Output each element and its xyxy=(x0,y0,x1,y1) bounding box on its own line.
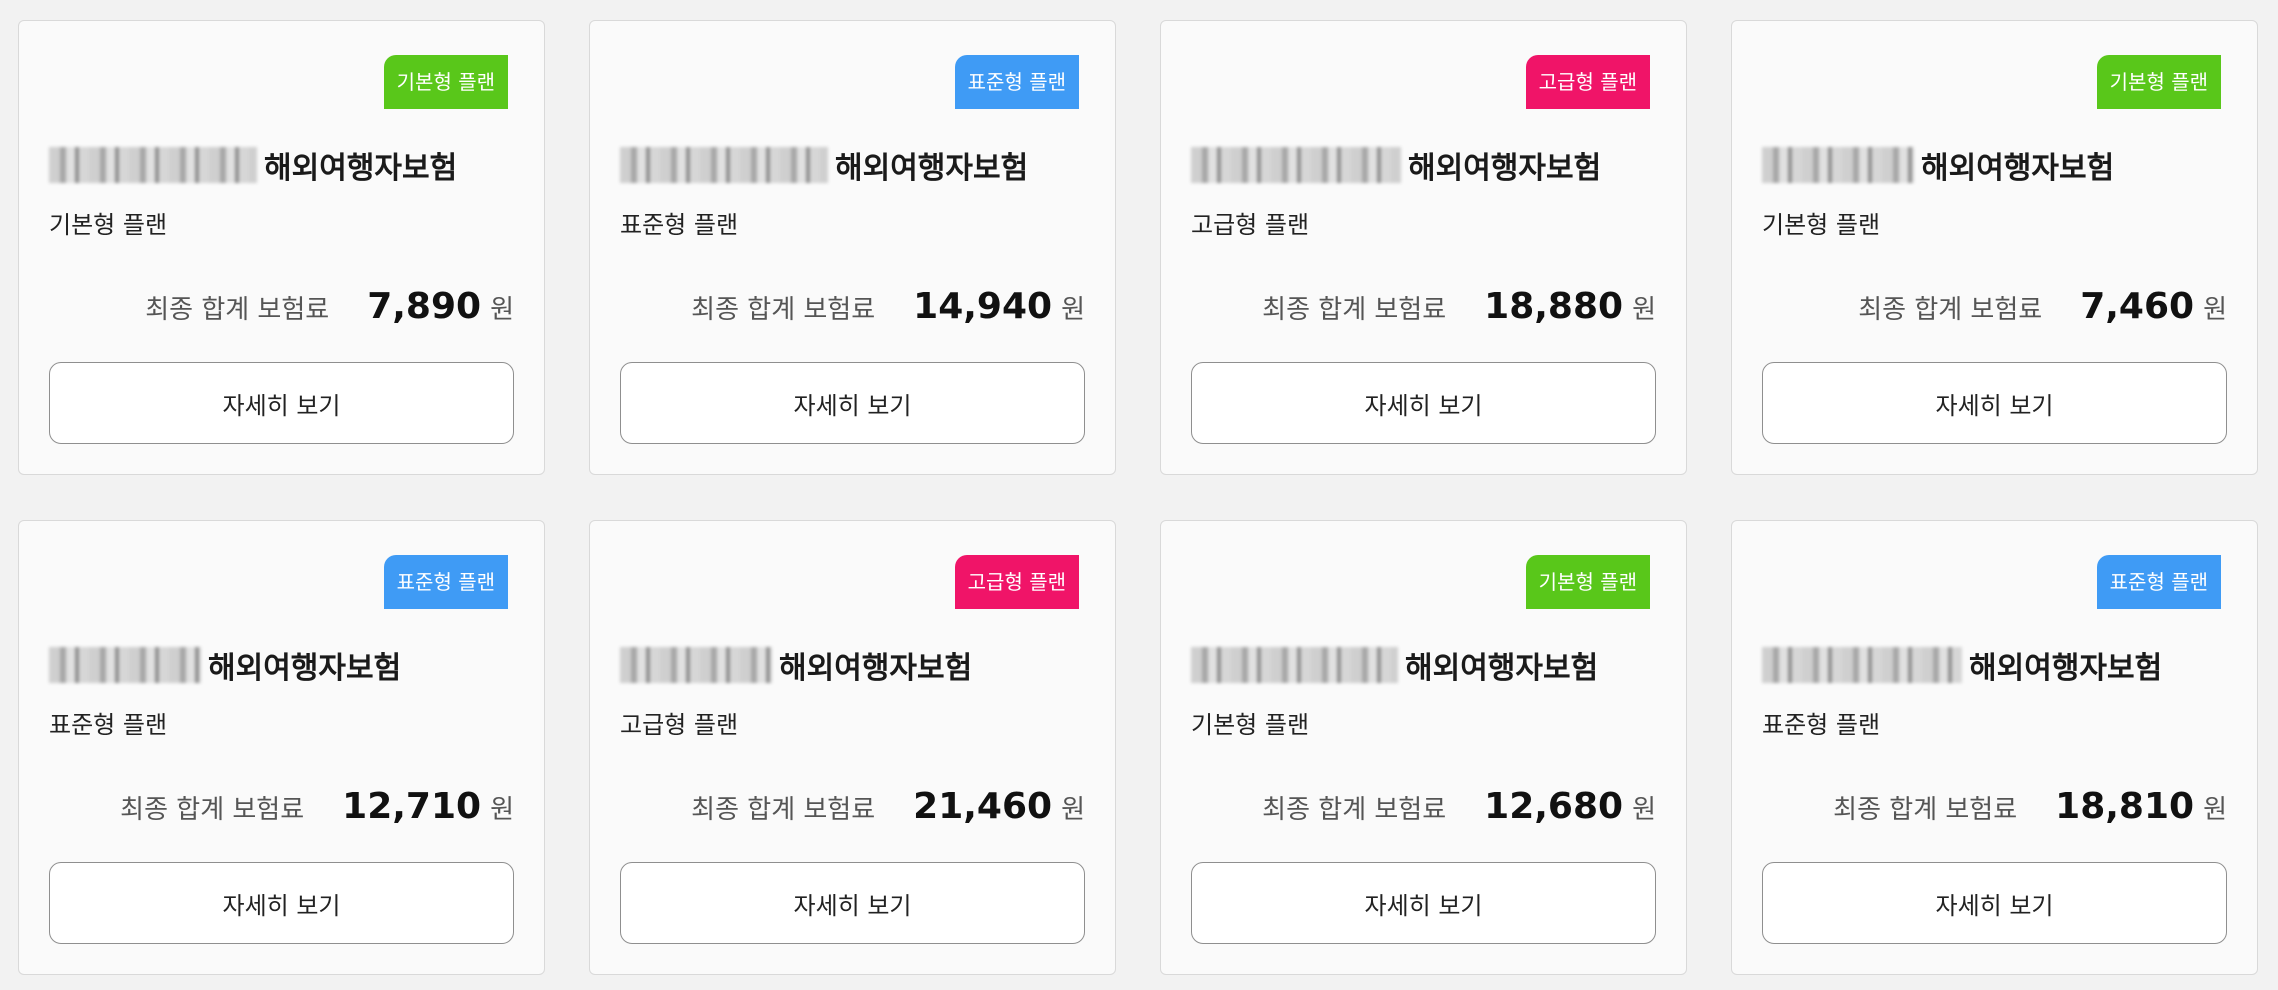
price-value: 7,890 xyxy=(367,286,482,327)
price-label: 최종 합계 보험료 xyxy=(145,295,330,325)
plan-card: 고급형 플랜 해외여행자보험 고급형 플랜 최종 합계 보험료 21,460 원… xyxy=(589,520,1116,975)
masked-insurer-name xyxy=(1762,647,1962,683)
plan-badge: 기본형 플랜 xyxy=(2096,55,2221,109)
plan-badge: 고급형 플랜 xyxy=(954,555,1079,609)
view-details-button[interactable]: 자세히 보기 xyxy=(1762,862,2227,944)
price-unit: 원 xyxy=(1061,795,1085,825)
product-name: 해외여행자보험 xyxy=(1405,651,1599,686)
price-unit: 원 xyxy=(490,795,514,825)
price-value: 21,460 xyxy=(913,786,1053,827)
plan-card: 표준형 플랜 해외여행자보험 표준형 플랜 최종 합계 보험료 12,710 원… xyxy=(18,520,545,975)
price-row: 최종 합계 보험료 12,710 원 xyxy=(120,786,514,827)
price-label: 최종 합계 보험료 xyxy=(1833,795,2018,825)
price-value: 7,460 xyxy=(2080,286,2195,327)
plan-card: 기본형 플랜 해외여행자보험 기본형 플랜 최종 합계 보험료 7,460 원 … xyxy=(1731,20,2258,475)
product-name: 해외여행자보험 xyxy=(208,651,402,686)
card-title: 해외여행자보험 xyxy=(1762,143,2114,187)
plan-card: 기본형 플랜 해외여행자보험 기본형 플랜 최종 합계 보험료 12,680 원… xyxy=(1160,520,1687,975)
product-name: 해외여행자보험 xyxy=(1969,651,2163,686)
price-row: 최종 합계 보험료 14,940 원 xyxy=(691,286,1085,327)
plan-name: 표준형 플랜 xyxy=(49,711,168,739)
view-details-button[interactable]: 자세히 보기 xyxy=(49,362,514,444)
plan-badge: 기본형 플랜 xyxy=(1525,555,1650,609)
plan-name: 기본형 플랜 xyxy=(1191,711,1310,739)
price-label: 최종 합계 보험료 xyxy=(691,795,876,825)
plan-card: 표준형 플랜 해외여행자보험 표준형 플랜 최종 합계 보험료 14,940 원… xyxy=(589,20,1116,475)
plan-card-grid: 기본형 플랜 해외여행자보험 기본형 플랜 최종 합계 보험료 7,890 원 … xyxy=(18,20,2260,975)
product-name: 해외여행자보험 xyxy=(1921,151,2115,186)
price-row: 최종 합계 보험료 7,460 원 xyxy=(1858,286,2227,327)
plan-badge: 고급형 플랜 xyxy=(1525,55,1650,109)
price-label: 최종 합계 보험료 xyxy=(1858,295,2043,325)
plan-name: 표준형 플랜 xyxy=(1762,711,1881,739)
view-details-button[interactable]: 자세히 보기 xyxy=(1191,362,1656,444)
price-unit: 원 xyxy=(2203,795,2227,825)
view-details-button[interactable]: 자세히 보기 xyxy=(620,862,1085,944)
masked-insurer-name xyxy=(49,147,257,183)
price-row: 최종 합계 보험료 12,680 원 xyxy=(1262,786,1656,827)
masked-insurer-name xyxy=(1762,147,1914,183)
card-title: 해외여행자보험 xyxy=(1191,143,1601,187)
view-details-button[interactable]: 자세히 보기 xyxy=(49,862,514,944)
plan-name: 고급형 플랜 xyxy=(1191,211,1310,239)
masked-insurer-name xyxy=(1191,147,1401,183)
price-row: 최종 합계 보험료 18,810 원 xyxy=(1833,786,2227,827)
price-row: 최종 합계 보험료 7,890 원 xyxy=(145,286,514,327)
price-label: 최종 합계 보험료 xyxy=(120,795,305,825)
card-title: 해외여행자보험 xyxy=(1191,643,1598,687)
plan-card: 고급형 플랜 해외여행자보험 고급형 플랜 최종 합계 보험료 18,880 원… xyxy=(1160,20,1687,475)
price-row: 최종 합계 보험료 21,460 원 xyxy=(691,786,1085,827)
price-value: 12,680 xyxy=(1484,786,1624,827)
plan-name: 고급형 플랜 xyxy=(620,711,739,739)
view-details-button[interactable]: 자세히 보기 xyxy=(1191,862,1656,944)
view-details-button[interactable]: 자세히 보기 xyxy=(1762,362,2227,444)
card-title: 해외여행자보험 xyxy=(49,143,457,187)
plan-card: 기본형 플랜 해외여행자보험 기본형 플랜 최종 합계 보험료 7,890 원 … xyxy=(18,20,545,475)
price-value: 18,810 xyxy=(2055,786,2195,827)
price-unit: 원 xyxy=(1632,795,1656,825)
price-value: 18,880 xyxy=(1484,286,1624,327)
product-name: 해외여행자보험 xyxy=(264,151,458,186)
plan-name: 표준형 플랜 xyxy=(620,211,739,239)
price-label: 최종 합계 보험료 xyxy=(691,295,876,325)
product-name: 해외여행자보험 xyxy=(1408,151,1602,186)
plan-name: 기본형 플랜 xyxy=(49,211,168,239)
plan-card: 표준형 플랜 해외여행자보험 표준형 플랜 최종 합계 보험료 18,810 원… xyxy=(1731,520,2258,975)
price-value: 12,710 xyxy=(342,786,482,827)
price-unit: 원 xyxy=(1061,295,1085,325)
plan-name: 기본형 플랜 xyxy=(1762,211,1881,239)
price-row: 최종 합계 보험료 18,880 원 xyxy=(1262,286,1656,327)
product-name: 해외여행자보험 xyxy=(835,151,1029,186)
card-title: 해외여행자보험 xyxy=(620,143,1028,187)
card-title: 해외여행자보험 xyxy=(1762,643,2162,687)
masked-insurer-name xyxy=(49,647,201,683)
view-details-button[interactable]: 자세히 보기 xyxy=(620,362,1085,444)
plan-badge: 표준형 플랜 xyxy=(2096,555,2221,609)
masked-insurer-name xyxy=(620,647,772,683)
price-label: 최종 합계 보험료 xyxy=(1262,295,1447,325)
masked-insurer-name xyxy=(620,147,828,183)
card-title: 해외여행자보험 xyxy=(49,643,401,687)
masked-insurer-name xyxy=(1191,647,1398,683)
price-unit: 원 xyxy=(490,295,514,325)
price-unit: 원 xyxy=(1632,295,1656,325)
card-title: 해외여행자보험 xyxy=(620,643,972,687)
plan-badge: 표준형 플랜 xyxy=(383,555,508,609)
price-unit: 원 xyxy=(2203,295,2227,325)
price-value: 14,940 xyxy=(913,286,1053,327)
price-label: 최종 합계 보험료 xyxy=(1262,795,1447,825)
product-name: 해외여행자보험 xyxy=(779,651,973,686)
plan-badge: 표준형 플랜 xyxy=(954,55,1079,109)
plan-badge: 기본형 플랜 xyxy=(383,55,508,109)
